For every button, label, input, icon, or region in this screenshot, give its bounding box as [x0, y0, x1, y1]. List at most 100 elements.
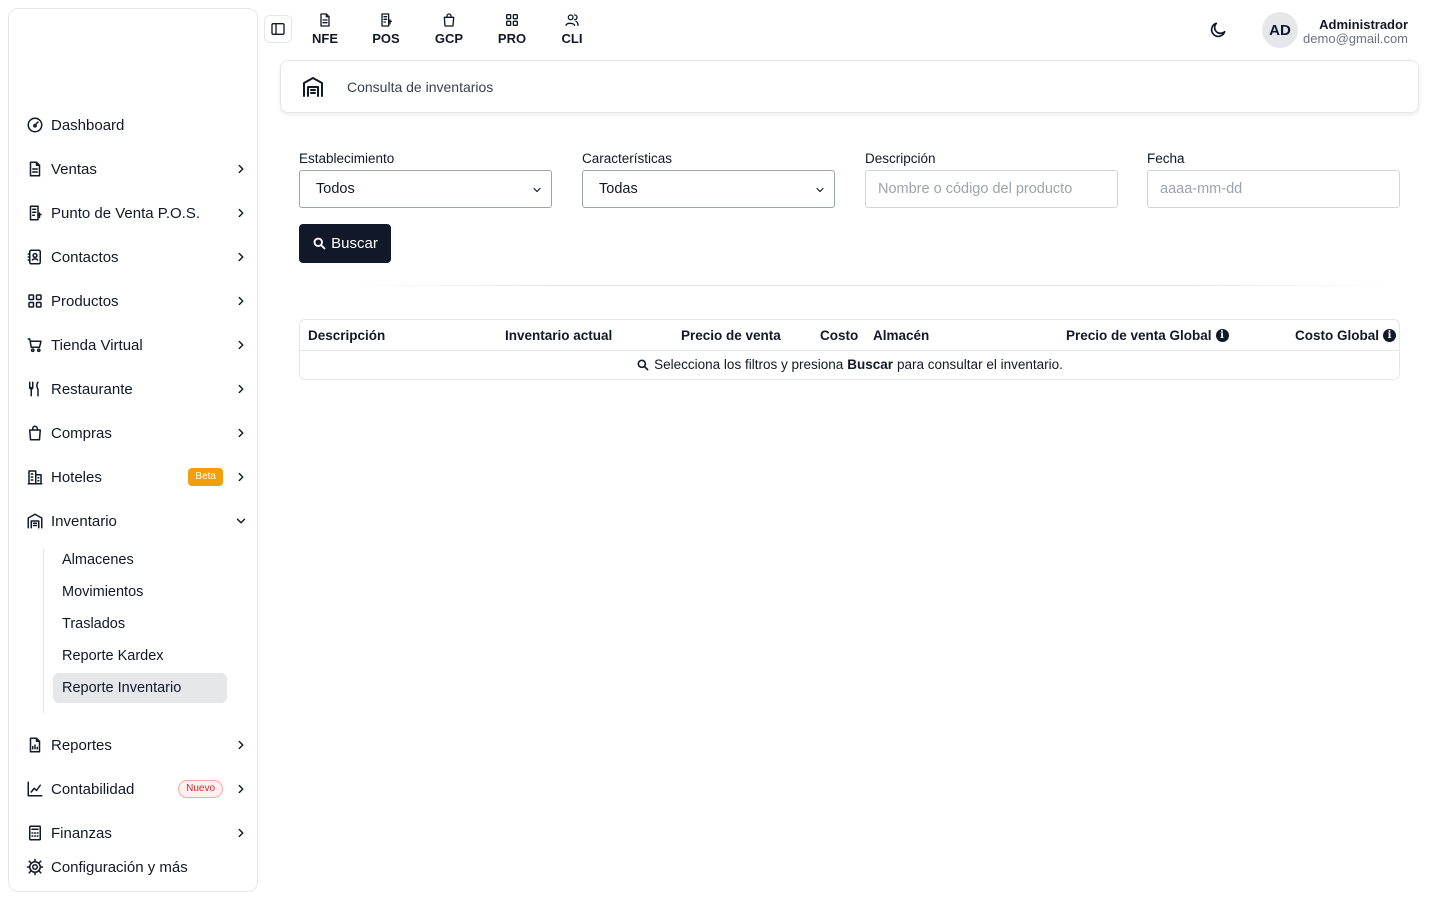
sidebar-item-restaurante[interactable]: Restaurante: [25, 371, 249, 407]
caracteristicas-select[interactable]: Todas: [582, 170, 835, 208]
cart-icon: [25, 335, 45, 355]
page-title: Consulta de inventarios: [347, 79, 494, 95]
users-icon: [565, 14, 579, 26]
info-icon[interactable]: i: [1215, 329, 1229, 342]
sidebar-item-tienda-virtual[interactable]: Tienda Virtual: [25, 327, 249, 363]
sidebar-item-label: Contabilidad: [51, 780, 135, 798]
divider: [340, 285, 1398, 286]
warehouse-icon: [301, 75, 325, 99]
calculator-icon: [25, 823, 45, 843]
sidebar-item-label: Productos: [51, 292, 119, 310]
sidebar-item-contabilidad[interactable]: Contabilidad Nuevo: [25, 771, 249, 807]
column-header-inventario-actual[interactable]: Inventario actual: [505, 328, 612, 343]
column-header-label: Costo Global: [1295, 328, 1379, 343]
sidebar-item-dashboard[interactable]: Dashboard: [25, 107, 249, 143]
gear-icon: [25, 857, 45, 877]
chevron-right-icon: [233, 469, 249, 485]
sidebar-item-inventario[interactable]: Inventario: [25, 503, 249, 539]
filter-establecimiento: Establecimiento Todos: [299, 151, 552, 208]
empty-state-text: Selecciona los filtros y presiona: [654, 357, 844, 372]
filter-descripcion: Descripción Nombre o código del producto: [865, 151, 1118, 208]
sidebar-item-contactos[interactable]: Contactos: [25, 239, 249, 275]
descripcion-placeholder: Nombre o código del producto: [878, 181, 1073, 197]
top-bar: NFE POS GCP PRO CLI AD Administrador dem…: [264, 8, 1432, 54]
filter-caracteristicas: Características Todas: [582, 151, 835, 208]
chevron-right-icon: [233, 825, 249, 841]
sidebar-item-finanzas[interactable]: Finanzas: [25, 815, 249, 851]
sidebar-item-reportes[interactable]: Reportes: [25, 727, 249, 763]
establecimiento-value: Todos: [316, 181, 355, 197]
moon-icon: [1210, 22, 1226, 38]
user-email: demo@gmail.com: [1303, 31, 1408, 46]
chevron-right-icon: [233, 205, 249, 221]
quick-link-nfe[interactable]: NFE: [305, 12, 345, 46]
empty-state-message: Selecciona los filtros y presiona Buscar…: [300, 357, 1399, 372]
quick-link-cli[interactable]: CLI: [552, 12, 592, 46]
quick-link-pro[interactable]: PRO: [492, 12, 532, 46]
buscar-button[interactable]: Buscar: [299, 224, 391, 263]
row-separator: [300, 350, 1399, 351]
warehouse-icon: [25, 511, 45, 531]
column-header-precio-venta[interactable]: Precio de venta: [681, 328, 781, 343]
column-header-almacen[interactable]: Almacén: [873, 328, 929, 343]
pos-icon: [25, 203, 45, 223]
chevron-right-icon: [233, 249, 249, 265]
beta-badge: Beta: [188, 468, 223, 486]
bag-icon: [443, 13, 455, 27]
column-header-descripcion[interactable]: Descripción: [308, 328, 385, 343]
sidebar-item-label: Ventas: [51, 160, 97, 178]
submenu-item-traslados[interactable]: Traslados: [53, 609, 227, 639]
sidebar-item-productos[interactable]: Productos: [25, 283, 249, 319]
page-header: Consulta de inventarios: [280, 60, 1419, 113]
theme-toggle-button[interactable]: [1206, 18, 1230, 42]
sidebar-item-pos[interactable]: Punto de Venta P.O.S.: [25, 195, 249, 231]
chevron-right-icon: [233, 425, 249, 441]
quick-link-pos[interactable]: POS: [366, 12, 406, 46]
sidebar-item-label: Contactos: [51, 248, 119, 266]
sidebar-item-label: Compras: [51, 424, 112, 442]
sidebar-item-configuracion[interactable]: Configuración y más: [25, 849, 249, 885]
descripcion-label: Descripción: [865, 151, 936, 166]
sidebar-item-label: Reportes: [51, 736, 112, 754]
fecha-placeholder: aaaa-mm-dd: [1160, 181, 1243, 197]
info-icon[interactable]: i: [1383, 329, 1396, 342]
submenu-item-reporte-inventario[interactable]: Reporte Inventario: [53, 673, 227, 703]
column-header-precio-venta-global[interactable]: Precio de venta Global i: [1066, 328, 1229, 343]
search-icon: [637, 359, 649, 370]
grid-icon: [25, 291, 45, 311]
column-header-label: Precio de venta: [681, 328, 781, 343]
empty-state-text: para consultar el inventario.: [897, 357, 1063, 372]
bag-icon: [25, 423, 45, 443]
column-header-label: Inventario actual: [505, 328, 613, 343]
quick-link-label: PRO: [497, 31, 527, 46]
sidebar-toggle-button[interactable]: [264, 15, 292, 43]
contacts-icon: [25, 247, 45, 267]
submenu-item-movimientos[interactable]: Movimientos: [53, 577, 227, 607]
column-header-costo[interactable]: Costo: [820, 328, 858, 343]
quick-link-gcp[interactable]: GCP: [429, 12, 469, 46]
inventory-table: Descripción Inventario actual Precio de …: [299, 319, 1400, 380]
descripcion-input[interactable]: Nombre o código del producto: [865, 170, 1118, 208]
column-header-costo-global[interactable]: Costo Global i: [1295, 328, 1396, 343]
fecha-input[interactable]: aaaa-mm-dd: [1147, 170, 1400, 208]
sidebar-item-compras[interactable]: Compras: [25, 415, 249, 451]
submenu-item-reporte-kardex[interactable]: Reporte Kardex: [53, 641, 227, 671]
quick-link-label: NFE: [312, 31, 338, 46]
column-header-label: Almacén: [873, 328, 930, 343]
search-icon: [313, 237, 326, 250]
buscar-button-label: Buscar: [331, 235, 378, 252]
sidebar-item-label: Configuración y más: [51, 858, 188, 876]
document-icon: [320, 13, 330, 27]
chevron-right-icon: [233, 337, 249, 353]
establecimiento-select[interactable]: Todos: [299, 170, 552, 208]
caracteristicas-label: Características: [582, 151, 673, 166]
establecimiento-label: Establecimiento: [299, 151, 395, 166]
sidebar-item-label: Inventario: [51, 512, 117, 530]
dashboard-icon: [25, 115, 45, 135]
submenu-item-almacenes[interactable]: Almacenes: [53, 545, 227, 575]
utensils-icon: [25, 379, 45, 399]
caracteristicas-value: Todas: [599, 181, 638, 197]
sidebar-item-hoteles[interactable]: Hoteles Beta: [25, 459, 249, 495]
avatar[interactable]: AD: [1262, 12, 1298, 48]
sidebar-item-ventas[interactable]: Ventas: [25, 151, 249, 187]
